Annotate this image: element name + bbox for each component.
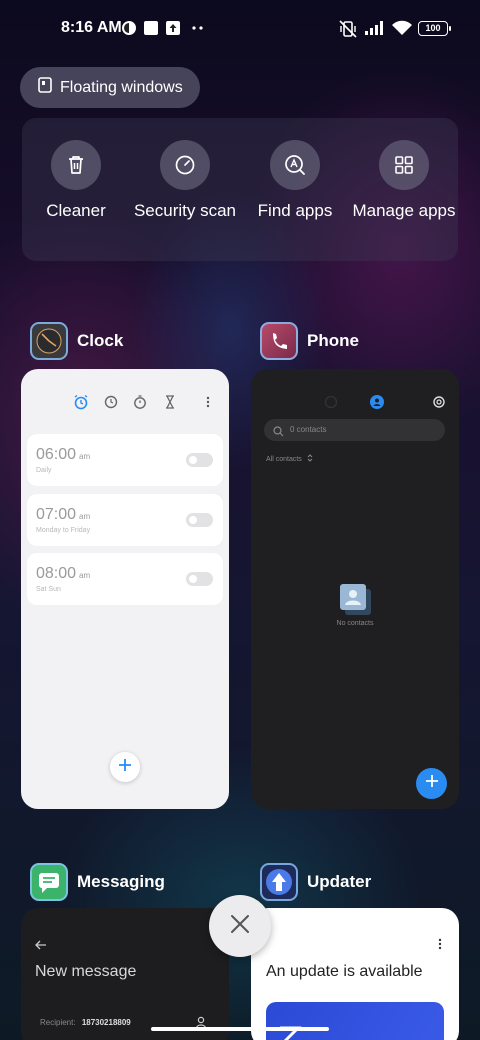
floating-window-icon xyxy=(38,77,52,98)
alarm-ampm: am xyxy=(79,452,91,461)
new-message-title: New message xyxy=(35,963,137,980)
recipient-value[interactable]: 18730218809 xyxy=(82,1018,131,1027)
floating-windows-button[interactable]: Floating windows xyxy=(20,67,200,108)
wifi-icon xyxy=(391,20,413,41)
phone-app-header[interactable]: Phone xyxy=(260,322,359,360)
clock-more-icon[interactable] xyxy=(204,394,212,415)
alarm-toggle[interactable] xyxy=(186,572,213,586)
alarm-item[interactable]: 06:00 am Daily xyxy=(27,434,223,486)
messaging-app-icon xyxy=(30,863,68,901)
updater-app-name: Updater xyxy=(307,872,372,891)
close-all-button[interactable] xyxy=(209,895,271,957)
find-apps-icon xyxy=(270,140,320,190)
contact-picker-icon[interactable] xyxy=(195,1016,207,1035)
alarm-item[interactable]: 08:00 am Sat Sun xyxy=(27,553,223,605)
stopwatch-tab-icon[interactable] xyxy=(132,394,148,415)
security-scan-label: Security scan xyxy=(133,201,237,220)
grid-icon xyxy=(379,140,429,190)
messaging-app-card[interactable]: New message Recipient: 18730218809 xyxy=(21,908,229,1040)
contacts-tab-icon[interactable] xyxy=(370,395,384,414)
update-banner xyxy=(266,1002,444,1040)
recipient-label: Recipient: xyxy=(40,1018,76,1027)
messaging-app-header[interactable]: Messaging xyxy=(30,863,165,901)
alarm-repeat: Monday to Friday xyxy=(36,527,91,534)
plus-icon xyxy=(118,758,132,777)
contacts-filter-label: All contacts xyxy=(266,455,302,463)
clock-app-name: Clock xyxy=(77,331,124,350)
alarm-time: 08:00 xyxy=(36,565,77,582)
security-scan-button[interactable]: Security scan xyxy=(130,140,240,221)
alarm-time: 06:00 xyxy=(36,446,77,463)
alarm-tab-icon[interactable] xyxy=(73,394,89,415)
update-available-title: An update is available xyxy=(266,963,423,980)
clock-app-header[interactable]: Clock xyxy=(30,322,123,360)
world-clock-tab-icon[interactable] xyxy=(103,394,119,415)
alarm-toggle[interactable] xyxy=(186,513,213,527)
no-contacts-text: No contacts xyxy=(336,620,374,627)
floating-windows-label: Floating windows xyxy=(60,78,183,96)
plus-icon xyxy=(425,774,439,793)
alarm-repeat: Daily xyxy=(36,467,52,474)
settings-gear-icon[interactable] xyxy=(432,395,446,414)
cleaner-button[interactable]: Cleaner xyxy=(21,140,131,221)
cleaner-label: Cleaner xyxy=(46,201,106,220)
trash-icon xyxy=(51,140,101,190)
alarm-repeat: Sat Sun xyxy=(36,586,61,593)
clock-app-card[interactable]: 06:00 am Daily 07:00 am Monday to Friday 0… xyxy=(21,369,229,809)
sort-chevron-icon xyxy=(307,454,313,464)
quick-actions-panel: Cleaner Security scan Find apps Manage a… xyxy=(22,118,458,261)
search-icon xyxy=(273,424,284,442)
manage-apps-button[interactable]: Manage apps xyxy=(349,140,459,221)
phone-app-card[interactable]: 0 contacts All contacts No contacts xyxy=(251,369,459,809)
empty-contacts-icon xyxy=(339,583,373,622)
contacts-search-input[interactable]: 0 contacts xyxy=(264,419,445,441)
alarm-time: 07:00 xyxy=(36,506,77,523)
alarm-toggle[interactable] xyxy=(186,453,213,467)
add-alarm-button[interactable] xyxy=(110,752,140,782)
find-apps-button[interactable]: Find apps xyxy=(240,140,350,221)
messaging-app-name: Messaging xyxy=(77,872,165,891)
clock-app-icon xyxy=(30,322,68,360)
back-arrow-icon[interactable] xyxy=(35,937,47,955)
timer-tab-icon[interactable] xyxy=(162,394,178,415)
close-icon xyxy=(229,913,251,940)
more-dots-icon xyxy=(191,20,205,41)
status-time: 8:16 AM xyxy=(61,19,122,36)
status-bar: 8:16 AM 100 xyxy=(0,14,480,42)
updater-app-card[interactable]: An update is available xyxy=(251,908,459,1040)
alarm-ampm: am xyxy=(79,571,91,580)
contacts-search-placeholder: 0 contacts xyxy=(290,425,327,434)
phone-app-icon xyxy=(260,322,298,360)
updater-app-icon xyxy=(260,863,298,901)
updater-more-icon[interactable] xyxy=(436,937,444,955)
recents-tab-icon[interactable] xyxy=(324,395,338,414)
alarm-ampm: am xyxy=(79,512,91,521)
mute-vibrate-icon xyxy=(338,20,358,43)
security-scan-icon xyxy=(160,140,210,190)
find-apps-label: Find apps xyxy=(257,201,333,220)
updater-app-header[interactable]: Updater xyxy=(260,863,371,901)
square-notification-icon xyxy=(143,20,159,41)
contacts-filter-dropdown[interactable]: All contacts xyxy=(266,454,313,464)
alarm-item[interactable]: 07:00 am Monday to Friday xyxy=(27,494,223,546)
signal-icon xyxy=(364,20,386,41)
manage-apps-label: Manage apps xyxy=(352,201,456,220)
app-notification-icon xyxy=(121,20,137,41)
battery-icon: 100 xyxy=(418,21,451,36)
phone-app-name: Phone xyxy=(307,331,359,350)
home-indicator[interactable] xyxy=(151,1027,329,1031)
upload-icon xyxy=(165,20,181,41)
add-contact-button[interactable] xyxy=(416,768,447,799)
